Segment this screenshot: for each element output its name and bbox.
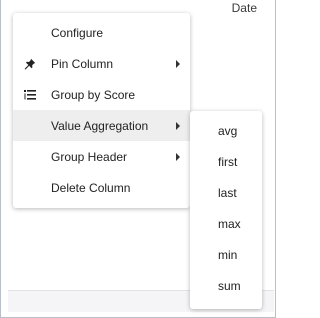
menu-item-label: Configure — [51, 25, 104, 40]
menu-item-configure[interactable]: Configure — [13, 17, 190, 48]
menu-item-pin-column[interactable]: Pin Column — [13, 48, 190, 79]
menu-item-label: Value Aggregation — [51, 118, 149, 133]
menu-item-label: Pin Column — [51, 56, 114, 71]
menu-item-delete-column[interactable]: Delete Column — [13, 172, 190, 203]
submenu-item-min[interactable]: min — [190, 239, 262, 270]
submenu-item-avg[interactable]: avg — [190, 115, 262, 146]
menu-item-group-by-score[interactable]: Group by Score — [13, 79, 190, 110]
menu-item-label: Group Header — [51, 149, 128, 164]
value-aggregation-submenu: avg first last max min sum — [190, 111, 262, 309]
submenu-arrow-icon — [176, 122, 180, 130]
submenu-arrow-icon — [176, 153, 180, 161]
column-header-date[interactable]: Date — [232, 1, 257, 15]
submenu-arrow-icon — [176, 60, 180, 68]
menu-item-value-aggregation[interactable]: Value Aggregation — [13, 110, 190, 141]
column-context-menu: Configure Pin Column Group by Score Valu… — [13, 13, 190, 208]
submenu-item-max[interactable]: max — [190, 208, 262, 239]
pin-icon — [23, 57, 37, 71]
menu-item-group-header[interactable]: Group Header — [13, 141, 190, 172]
submenu-item-sum[interactable]: sum — [190, 270, 262, 301]
menu-item-label: Group by Score — [51, 87, 136, 102]
submenu-item-first[interactable]: first — [190, 146, 262, 177]
group-list-icon — [23, 88, 37, 102]
submenu-item-last[interactable]: last — [190, 177, 262, 208]
menu-item-label: Delete Column — [51, 180, 131, 195]
